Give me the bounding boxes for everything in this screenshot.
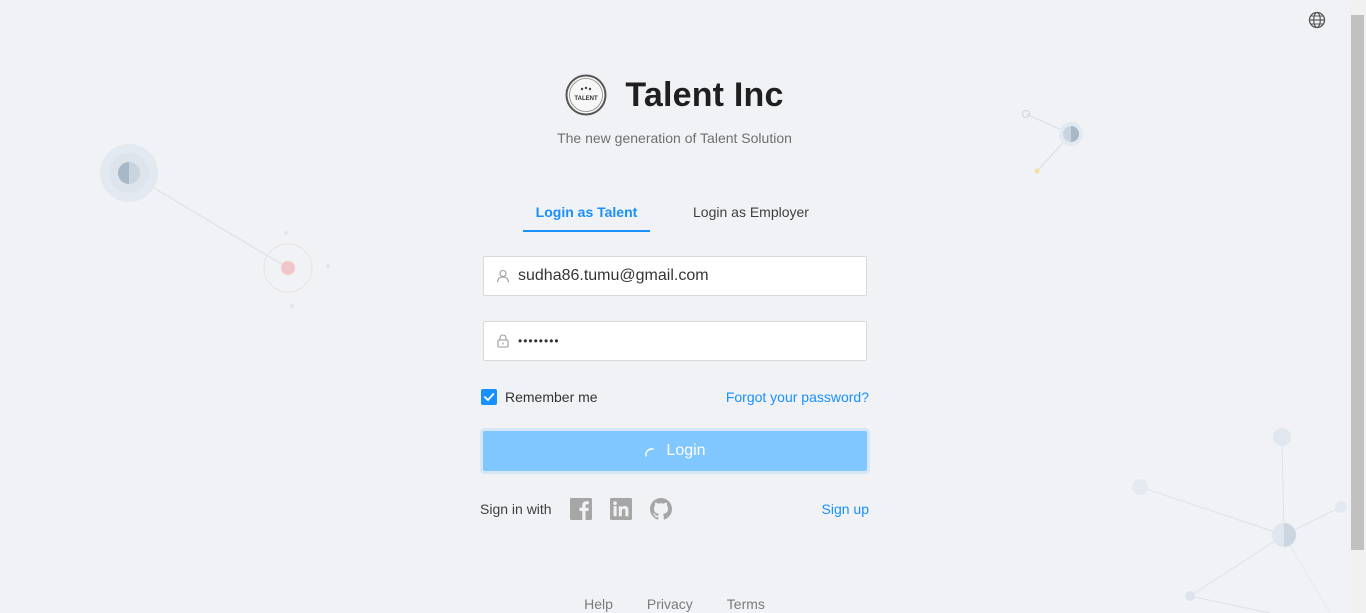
forgot-password-link[interactable]: Forgot your password? (726, 389, 869, 405)
checkmark-icon (483, 392, 495, 402)
title-row: TALENT Talent Inc (0, 72, 1349, 118)
username-field[interactable] (483, 256, 867, 296)
sign-up-link[interactable]: Sign up (822, 501, 869, 517)
remember-me-checkbox[interactable] (481, 389, 497, 405)
login-header: TALENT Talent Inc The new generation of … (0, 72, 1349, 146)
footer-link-help[interactable]: Help (584, 596, 613, 612)
talent-logo: TALENT (565, 74, 607, 116)
login-button-label: Login (666, 442, 706, 459)
login-tabs: Login as Talent Login as Employer (523, 196, 833, 233)
username-input[interactable] (518, 258, 866, 294)
tab-login-as-talent[interactable]: Login as Talent (523, 196, 650, 233)
password-input[interactable] (518, 323, 866, 359)
social-login-row: Sign in with Sign up (480, 496, 869, 522)
svg-text:TALENT: TALENT (575, 96, 599, 102)
page-scrollbar[interactable] (1349, 0, 1366, 613)
app-title: Talent Inc (625, 75, 784, 114)
linkedin-icon[interactable] (609, 497, 633, 521)
github-icon[interactable] (649, 497, 673, 521)
login-button[interactable]: Login (483, 431, 867, 471)
remember-me-label[interactable]: Remember me (505, 389, 598, 405)
lock-icon (484, 334, 518, 348)
app-subtitle: The new generation of Talent Solution (557, 130, 792, 146)
scrollbar-thumb[interactable] (1351, 15, 1364, 550)
footer-link-terms[interactable]: Terms (727, 596, 765, 612)
loading-spinner-icon (645, 448, 655, 457)
facebook-icon[interactable] (569, 497, 593, 521)
password-field[interactable] (483, 321, 867, 361)
login-page: TALENT Talent Inc The new generation of … (0, 0, 1366, 613)
footer-links: Help Privacy Terms (0, 596, 1349, 612)
tab-login-as-employer[interactable]: Login as Employer (686, 196, 816, 233)
globe-icon[interactable] (1307, 10, 1327, 30)
login-options: Remember me Forgot your password? (481, 388, 869, 408)
sign-in-with-label: Sign in with (480, 501, 552, 517)
footer-link-privacy[interactable]: Privacy (647, 596, 693, 612)
tab-active-indicator (523, 230, 650, 232)
user-icon (484, 269, 518, 283)
